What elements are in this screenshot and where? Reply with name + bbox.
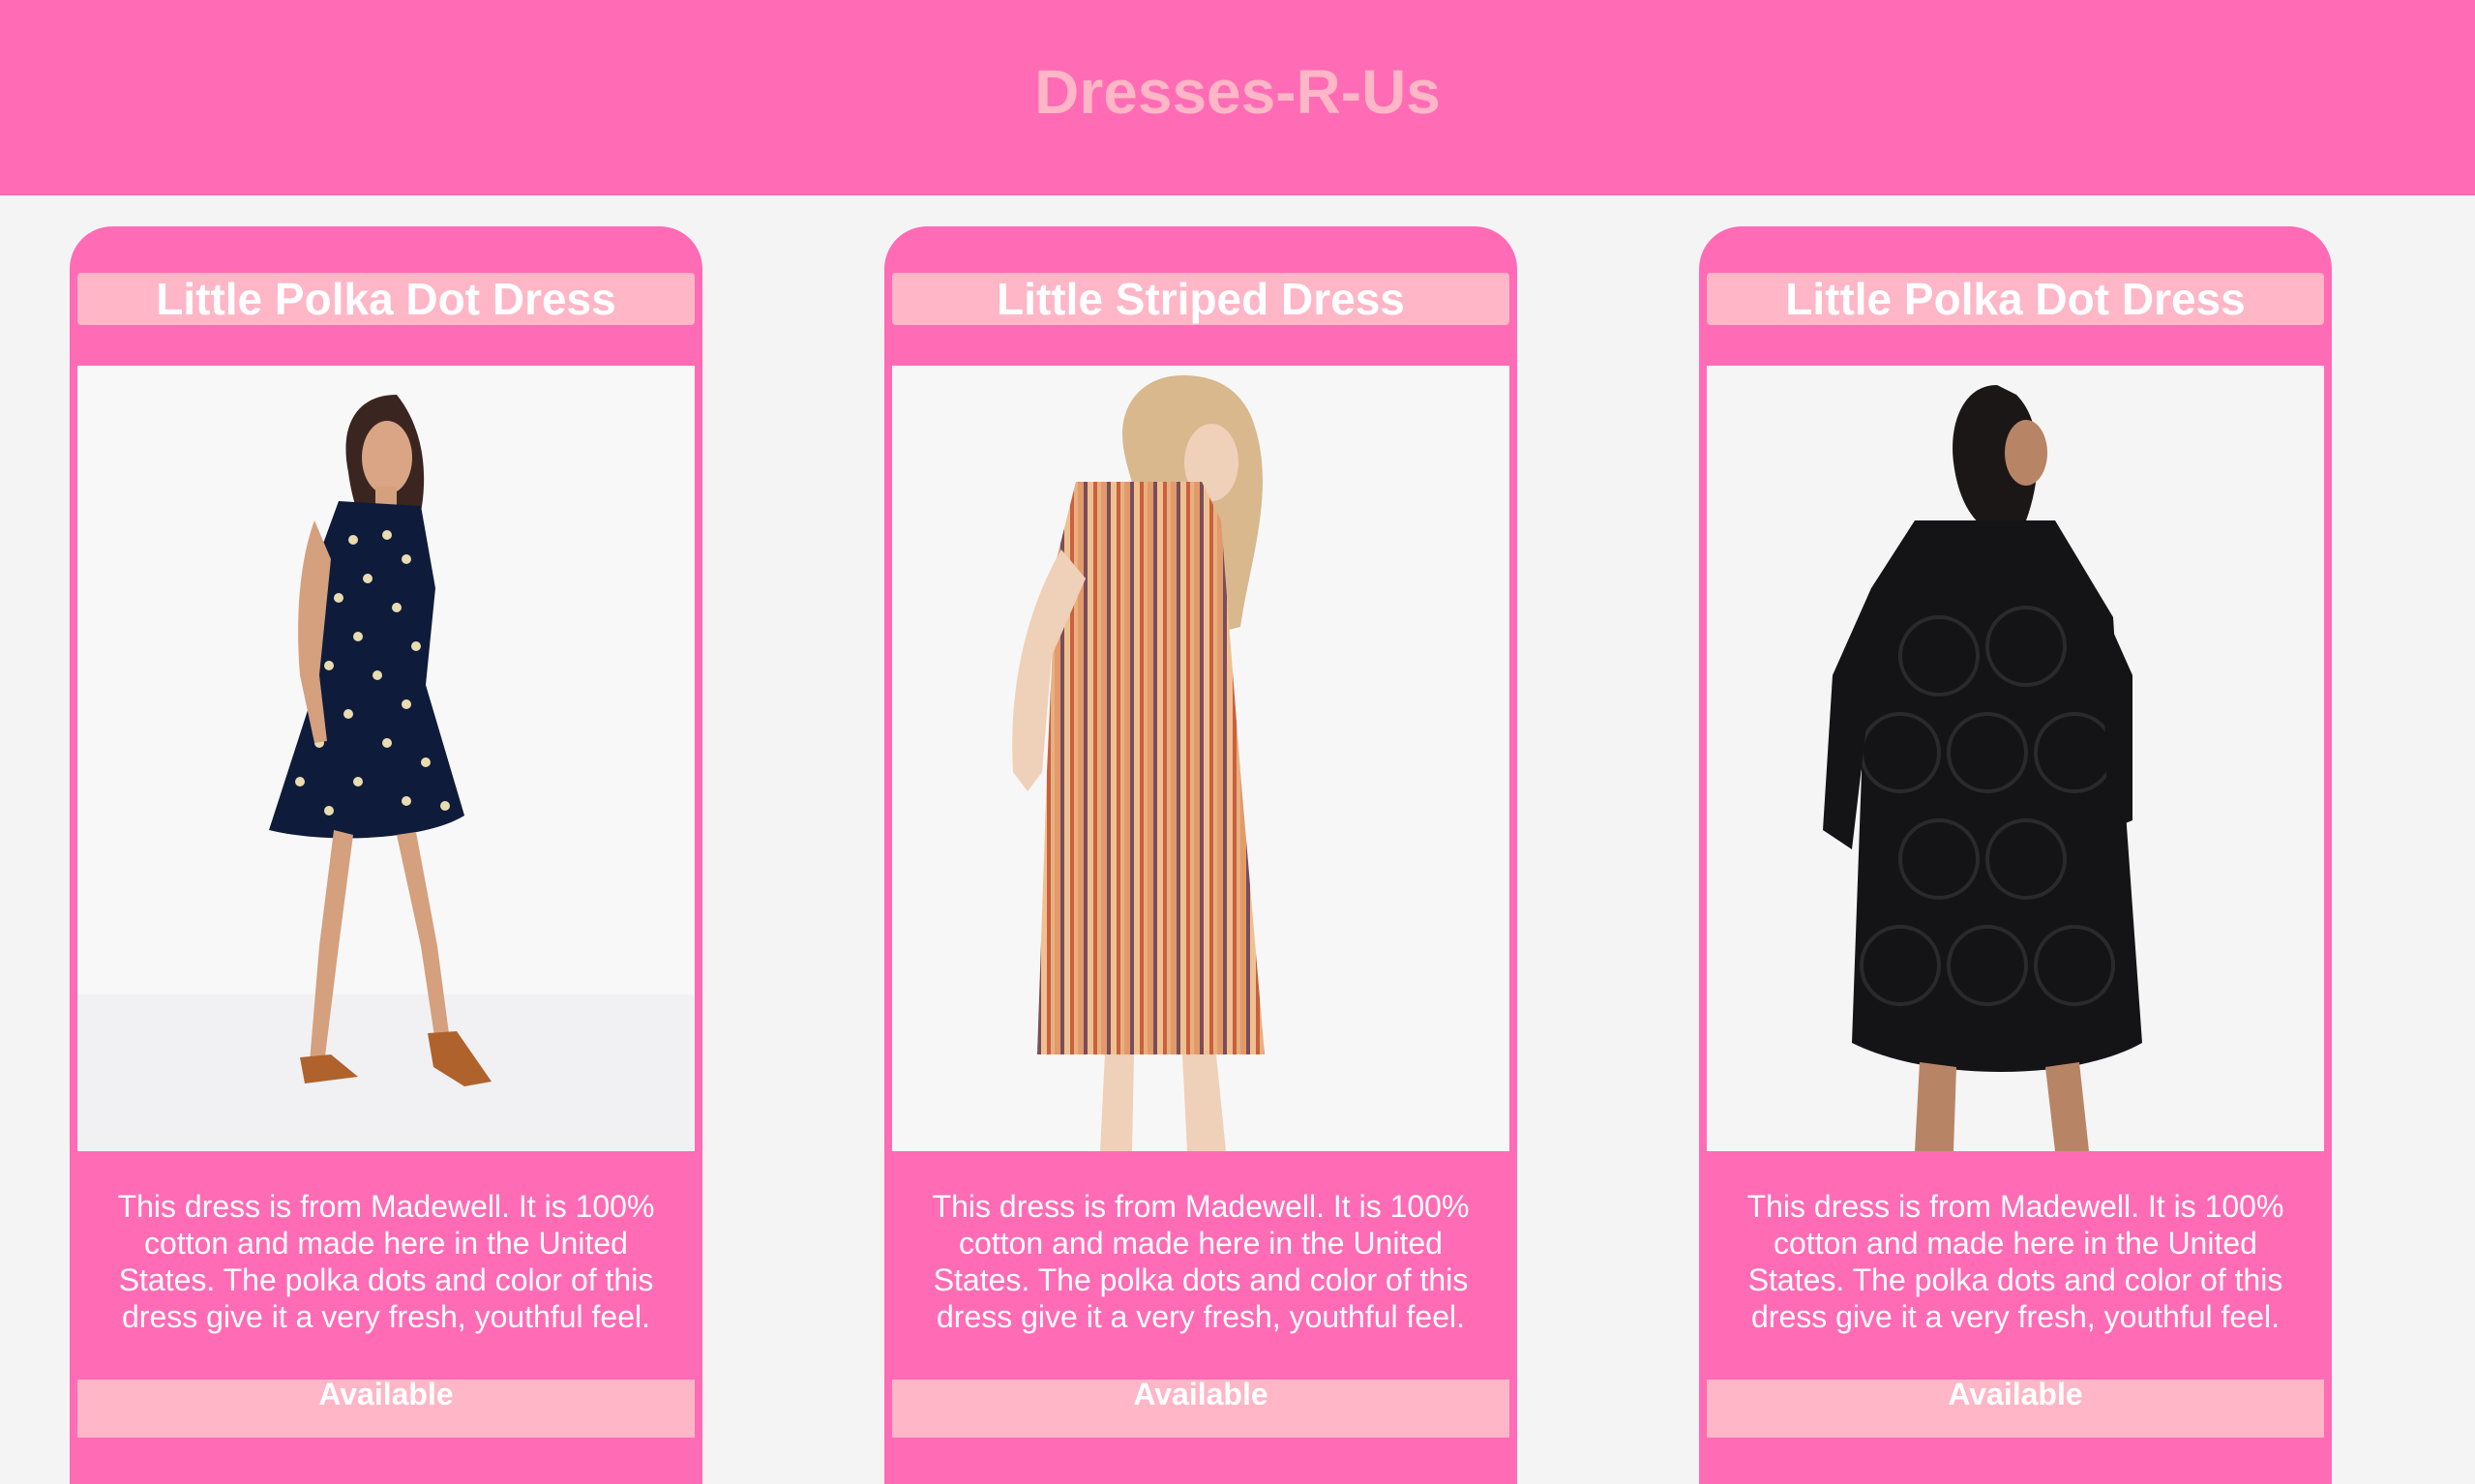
product-title[interactable]: Little Striped Dress	[892, 273, 1509, 325]
product-image-striped-dress[interactable]	[892, 366, 1509, 1151]
availability-status: Available	[1707, 1379, 2324, 1438]
product-title[interactable]: Little Polka Dot Dress	[1707, 273, 2324, 325]
woman-in-black-dress-photo	[1707, 366, 2324, 1151]
product-description: This dress is from Madewell. It is 100% …	[117, 1189, 655, 1334]
product-description: This dress is from Madewell. It is 100% …	[1746, 1189, 2284, 1334]
product-card-black-dress[interactable]: Little Polka Dot Dress This dress is fro…	[1699, 226, 2332, 1484]
woman-in-striped-dress-photo	[892, 366, 1509, 1151]
product-card-striped[interactable]: Little Striped Dress This dress is from …	[884, 226, 1517, 1484]
product-card-polka-dot[interactable]: Little Polka Dot Dress This dress is fro…	[70, 226, 702, 1484]
product-image-black-dress[interactable]	[1707, 366, 2324, 1151]
product-image-polka-dot-dress[interactable]	[77, 366, 695, 1151]
product-title[interactable]: Little Polka Dot Dress	[77, 273, 695, 325]
site-header: Dresses-R-Us	[0, 0, 2475, 195]
woman-in-navy-polka-dot-dress-photo	[77, 366, 695, 1151]
availability-status: Available	[77, 1379, 695, 1438]
product-description: This dress is from Madewell. It is 100% …	[932, 1189, 1470, 1334]
site-title: Dresses-R-Us	[1034, 57, 1441, 127]
availability-status: Available	[892, 1379, 1509, 1438]
